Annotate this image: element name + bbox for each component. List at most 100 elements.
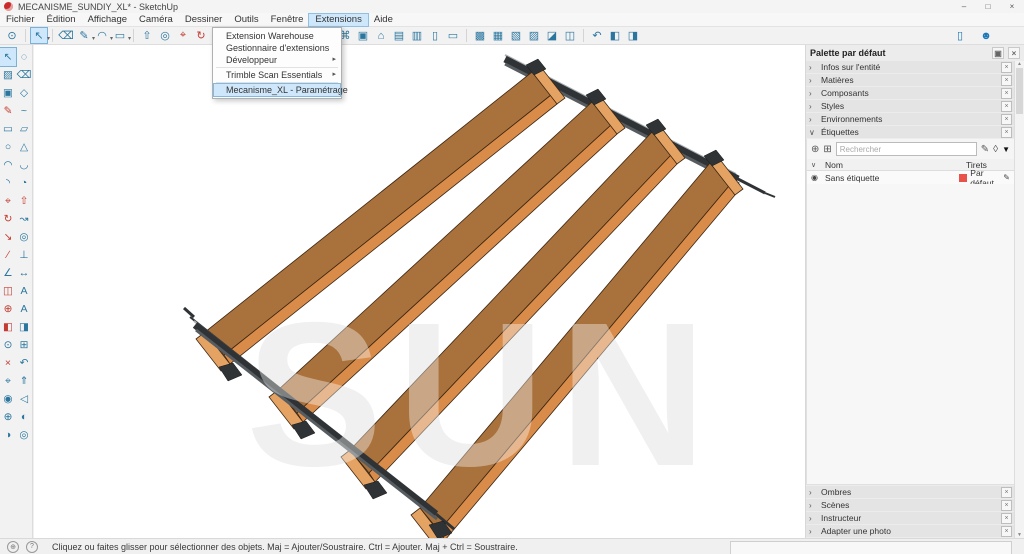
split-tool[interactable]: ◫	[562, 28, 578, 43]
scroll-up-icon[interactable]: ▲	[1017, 61, 1022, 67]
menu-extensions[interactable]: Extensions	[309, 14, 367, 26]
menu-camera[interactable]: Caméra	[133, 14, 179, 26]
menu-item-developpeur[interactable]: Développeur ▸	[214, 54, 340, 66]
rectangle-tool[interactable]: ▭	[0, 120, 16, 138]
look-around-tool[interactable]: ◉	[0, 390, 16, 408]
tags-search-input[interactable]	[836, 142, 977, 156]
push-pull-tool[interactable]: ⇧	[139, 28, 155, 43]
panel-close-icon[interactable]: ×	[1008, 47, 1020, 59]
menu-item-gestionnaire-extensions[interactable]: Gestionnaire d'extensions	[214, 42, 340, 54]
menu-item-extension-warehouse[interactable]: Extension Warehouse	[214, 30, 340, 42]
tag-color-swatch[interactable]	[959, 174, 967, 182]
account-person-icon[interactable]: ☻	[978, 28, 994, 43]
tag-tool[interactable]: ◇	[16, 84, 32, 102]
toolbar-separator[interactable]	[466, 29, 467, 42]
previous-view-tool[interactable]: ↶	[16, 354, 32, 372]
zoom-tool[interactable]: ⊙	[0, 336, 16, 354]
section-close-icon[interactable]: ×	[1001, 62, 1012, 73]
line-tool[interactable]: ✎	[76, 28, 92, 43]
menu-item-mecanisme-xl-parametrage[interactable]: Mecanisme_XL - Paramétrage	[214, 84, 340, 96]
section-close-icon[interactable]: ×	[1001, 127, 1012, 138]
make-component-tool[interactable]: ▣	[0, 84, 16, 102]
eraser-tool[interactable]: ⌫	[58, 28, 74, 43]
panel-options-icon[interactable]: ▣	[992, 47, 1004, 59]
close-button[interactable]: ×	[1000, 0, 1024, 13]
add-tag-folder-icon[interactable]: ⊞	[823, 144, 831, 155]
offset-tool[interactable]: ◎	[16, 228, 32, 246]
union-tool[interactable]: ▧	[508, 28, 524, 43]
move-tool[interactable]: ⌖	[175, 28, 191, 43]
select-tool[interactable]: ↖	[31, 28, 47, 43]
text-tool[interactable]: A	[16, 282, 32, 300]
eraser-tool[interactable]: ⌫	[16, 66, 32, 84]
scale-tool[interactable]: ↘	[0, 228, 16, 246]
frame-icon[interactable]: ▭	[445, 28, 461, 43]
toolbar-separator[interactable]	[583, 29, 584, 42]
section-adapter-une-photo[interactable]: › Adapter une photo ×	[806, 525, 1015, 537]
help-status-icon[interactable]: ?	[26, 541, 38, 553]
menu-fenetre[interactable]: Fenêtre	[265, 14, 310, 26]
arc-tool[interactable]: ◠	[94, 28, 110, 43]
add-tag-icon[interactable]: ⊕	[811, 144, 819, 155]
column-header-nom[interactable]: Nom	[825, 160, 966, 170]
move-tool[interactable]: ⌖	[0, 192, 16, 210]
section-display-tool[interactable]: ◨	[625, 28, 641, 43]
scrollbar-thumb[interactable]	[1016, 68, 1023, 114]
section-styles[interactable]: › Styles ×	[806, 100, 1015, 112]
section-ombres[interactable]: › Ombres ×	[806, 486, 1015, 498]
position-camera-tool[interactable]: ⌖	[0, 372, 16, 390]
section-etiquettes[interactable]: ∨ Étiquettes ×	[806, 126, 1015, 138]
outer-shell-tool[interactable]: ▩	[472, 28, 488, 43]
follow-me-tool[interactable]: ↝	[16, 210, 32, 228]
pencil-edit-icon[interactable]: ✎	[981, 144, 989, 155]
clipboard-icon[interactable]: ▤	[391, 28, 407, 43]
menu-edition[interactable]: Édition	[41, 14, 82, 26]
zoom-window-tool[interactable]: ⊞	[16, 336, 32, 354]
rotate-tool[interactable]: ↻	[193, 28, 209, 43]
3d-text-tool[interactable]: A	[16, 300, 32, 318]
menu-outils[interactable]: Outils	[228, 14, 264, 26]
geolocation-status-icon[interactable]: ⊕	[7, 541, 19, 553]
section-environnements[interactable]: › Environnements ×	[806, 113, 1015, 125]
section-close-icon[interactable]: ×	[1001, 75, 1012, 86]
panel-scrollbar[interactable]: ▲ ▼	[1014, 61, 1024, 538]
pencil-edit-icon[interactable]: ✎	[1003, 173, 1010, 182]
rotate-tool[interactable]: ↻	[0, 210, 16, 228]
dimension-tool[interactable]: ↔	[16, 264, 32, 282]
section-matieres[interactable]: › Matières ×	[806, 74, 1015, 86]
menu-fichier[interactable]: Fichier	[0, 14, 41, 26]
sort-chevron-icon[interactable]: ∨	[811, 161, 825, 169]
protractor-tool[interactable]: ∠	[0, 264, 16, 282]
visibility-eye-icon[interactable]: ◉	[811, 173, 825, 182]
axes-target-tool[interactable]: ⊕	[0, 300, 16, 318]
toolbar-separator[interactable]	[133, 29, 134, 42]
push-pull-tool[interactable]: ⇧	[16, 192, 32, 210]
minimize-button[interactable]: –	[952, 0, 976, 13]
offset-tool[interactable]: ◎	[157, 28, 173, 43]
three-point-arc-tool[interactable]: ◝	[0, 174, 16, 192]
measurements-input[interactable]	[730, 541, 1012, 554]
tag-row[interactable]: ◉ Sans étiquette Par défaut ✎	[807, 171, 1014, 184]
section-fill-tool[interactable]: ◨	[16, 318, 32, 336]
section-display-tool[interactable]: ◧	[0, 318, 16, 336]
menu-item-trimble-scan-essentials[interactable]: Trimble Scan Essentials ▸	[214, 69, 340, 81]
section-scenes[interactable]: › Scènes ×	[806, 499, 1015, 511]
section-close-icon[interactable]: ×	[1001, 526, 1012, 537]
section-close-icon[interactable]: ×	[1001, 487, 1012, 498]
model-viewport[interactable]: SUN	[34, 45, 805, 538]
undo-view-tool[interactable]: ↶	[589, 28, 605, 43]
lasso-tool[interactable]: ◌	[16, 48, 32, 66]
trim-tool[interactable]: ◪	[544, 28, 560, 43]
toolbar-separator[interactable]	[25, 29, 26, 42]
search-tool[interactable]: ⊙	[4, 28, 20, 43]
extension-warehouse-icon[interactable]: ▣	[355, 28, 371, 43]
new-document-icon[interactable]: ▯	[952, 28, 968, 43]
circle-tool[interactable]: ○	[0, 138, 16, 156]
section-close-icon[interactable]: ×	[1001, 88, 1012, 99]
show-terrain-tool[interactable]: ◐	[16, 408, 32, 426]
arc-tool[interactable]: ◠	[0, 156, 16, 174]
paint-bucket-tool[interactable]: ▨	[0, 66, 16, 84]
rotated-rectangle-tool[interactable]: ▱	[16, 120, 32, 138]
geolocation-tool[interactable]: ◎	[16, 426, 32, 444]
section-composants[interactable]: › Composants ×	[806, 87, 1015, 99]
